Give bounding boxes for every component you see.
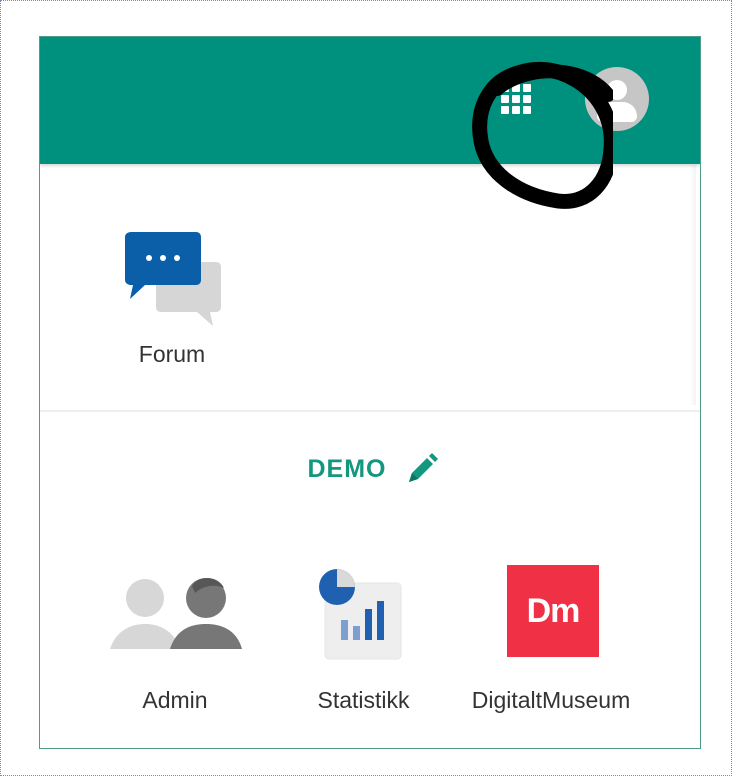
grid-apps-icon-square [523,95,531,103]
people-admin-icon [110,577,242,649]
account-circle-icon-body [597,102,637,122]
grid-apps-icon-square [512,106,520,114]
menu-scroll-shadow [690,165,696,405]
statistics-chart-icon [319,569,402,660]
profile-avatar-button[interactable] [585,67,649,131]
apps-menu-panel: Forum DEMO Admin Statistikk Dm DigitaltM… [39,36,701,749]
admin-person-right-body [170,624,242,649]
demo-section-label: DEMO [307,454,387,483]
grid-apps-icon-square [523,84,531,92]
admin-app-tile[interactable]: Admin [100,565,250,715]
apps-launcher-button[interactable] [498,81,534,117]
digitaltmuseum-label: DigitaltMuseum [471,687,631,713]
statistics-bar [341,620,348,640]
forum-dot [146,255,152,261]
pencil-edit-icon[interactable] [405,452,439,486]
forum-chat-icon [125,232,221,326]
account-circle-icon-head [607,80,627,100]
statistics-app-tile[interactable]: Statistikk [306,565,421,715]
pencil-cap [428,453,438,462]
digitaltmuseum-logo: Dm [507,565,599,657]
demo-section-title[interactable]: DEMO [293,451,453,487]
grid-apps-icon-square [512,95,520,103]
section-divider [40,410,700,412]
admin-person-left-body [110,624,180,649]
forum-label: Forum [138,341,206,367]
forum-dot [160,255,166,261]
statistics-label: Statistikk [317,687,410,713]
grid-apps-icon-square [523,106,531,114]
forum-dot [174,255,180,261]
admin-person-left-head [126,579,164,617]
admin-label: Admin [142,687,208,713]
digitaltmuseum-app-tile[interactable]: Dm DigitaltMuseum [460,565,642,715]
top-app-bar [40,37,700,164]
statistics-bar [377,601,384,640]
grid-apps-icon-square [501,95,509,103]
statistics-bar [353,626,360,640]
screenshot-frame: Forum DEMO Admin Statistikk Dm DigitaltM… [0,0,732,776]
grid-apps-icon-square [512,84,520,92]
grid-apps-icon-square [501,84,509,92]
grid-apps-icon-square [501,106,509,114]
forum-app-tile[interactable]: Forum [112,232,232,372]
statistics-pie-slice [337,569,355,587]
statistics-bar [365,609,372,640]
